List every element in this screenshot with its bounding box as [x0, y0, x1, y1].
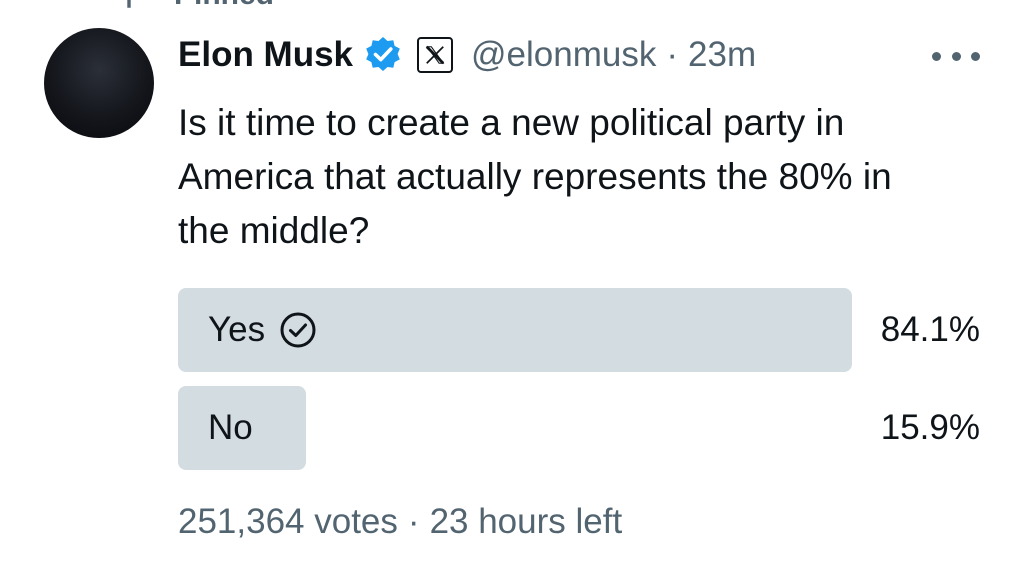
poll-option-yes[interactable]: Yes 84.1%	[178, 288, 980, 372]
poll-vote-count: 251,364 votes	[178, 502, 398, 541]
more-dot	[971, 51, 980, 61]
pinned-indicator: Pinned	[112, 0, 274, 12]
poll-option-label: No	[208, 386, 253, 470]
poll-option-text: No	[208, 408, 253, 447]
verified-badge-icon[interactable]	[363, 35, 403, 75]
author-name[interactable]: Elon Musk	[178, 35, 353, 75]
poll-time-left: 23 hours left	[429, 502, 623, 541]
pinned-label: Pinned	[174, 0, 274, 12]
pin-icon	[112, 0, 146, 12]
header-separator: ·	[666, 35, 679, 74]
more-dot	[932, 51, 941, 61]
tweet-header: Elon Musk @elonmusk · 23m	[178, 28, 964, 82]
poll-footer-separator: ·	[407, 502, 420, 541]
check-circle-icon	[279, 311, 317, 349]
poll-percent-yes: 84.1%	[880, 310, 980, 349]
avatar[interactable]	[44, 28, 154, 138]
poll: Yes 84.1% No 15.9%	[178, 288, 980, 484]
poll-footer: 251,364 votes · 23 hours left	[178, 502, 622, 542]
poll-percent-no: 15.9%	[880, 408, 980, 447]
poll-option-text: Yes	[208, 310, 266, 349]
poll-option-label: Yes	[208, 288, 317, 372]
x-logo-icon[interactable]	[417, 37, 454, 73]
tweet-text: Is it time to create a new political par…	[178, 102, 892, 251]
more-options-icon[interactable]	[932, 42, 980, 70]
poll-option-no[interactable]: No 15.9%	[178, 386, 980, 470]
more-dot	[951, 51, 961, 61]
author-handle[interactable]: @elonmusk	[471, 35, 656, 75]
tweet-timestamp[interactable]: 23m	[688, 35, 756, 75]
